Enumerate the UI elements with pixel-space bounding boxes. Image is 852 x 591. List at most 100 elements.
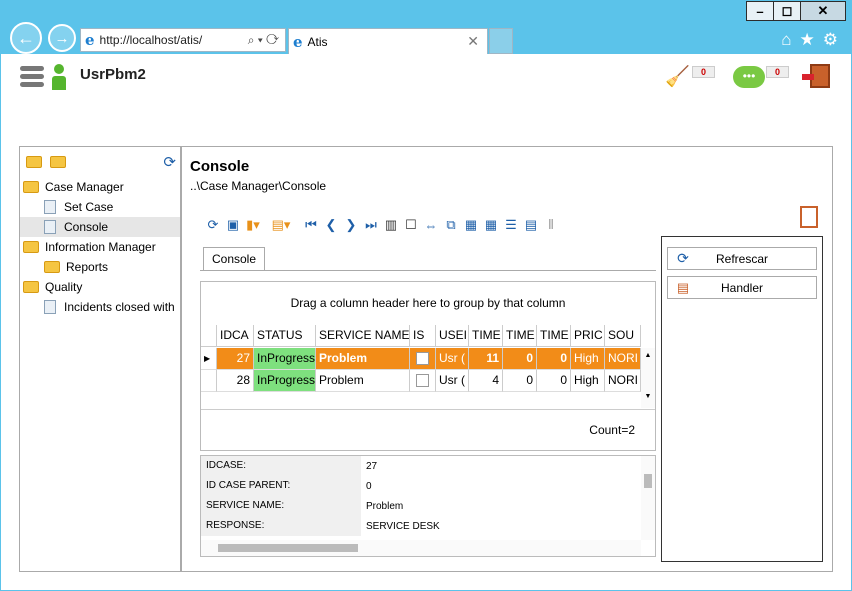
maximize-button[interactable]: ◻ xyxy=(773,1,801,21)
column-header[interactable]: PRIC xyxy=(571,325,605,347)
minimize-button[interactable]: – xyxy=(746,1,774,21)
cell-checkbox[interactable] xyxy=(410,348,436,370)
tree-item-incidents-closed[interactable]: Incidents closed with xyxy=(20,297,180,317)
folder-icon xyxy=(23,181,39,193)
column-header[interactable]: TIME xyxy=(503,325,537,347)
refrescar-button[interactable]: ⟳ Refrescar xyxy=(667,247,817,270)
last-page-icon[interactable]: ⏭ xyxy=(362,216,380,234)
cell-id: 28 xyxy=(217,370,254,392)
star-icon[interactable]: ★ xyxy=(800,30,815,50)
forward-button[interactable]: → xyxy=(48,24,76,52)
column-header[interactable]: IS xyxy=(410,325,436,347)
handler-button[interactable]: ▤ Handler xyxy=(667,276,817,299)
columns-icon[interactable]: ▥ xyxy=(382,216,400,234)
tree-item-label: Set Case xyxy=(64,200,114,214)
column-header[interactable]: TIME xyxy=(469,325,503,347)
chart-icon[interactable]: ▮▾ xyxy=(244,216,262,234)
detail-key: SERVICE NAME: xyxy=(201,496,361,516)
column-header[interactable]: STATUS xyxy=(254,325,316,347)
detail-panel: IDCASE: 27 ID CASE PARENT: 0 SERVICE NAME:… xyxy=(200,455,656,557)
menu-icon[interactable] xyxy=(20,66,44,88)
cell-time: 0 xyxy=(503,370,537,392)
logout-icon[interactable] xyxy=(802,64,830,88)
handler-label: Handler xyxy=(720,280,764,295)
grid-icon[interactable]: ▦ xyxy=(482,216,500,234)
gear-icon[interactable]: ⚙ xyxy=(823,30,838,50)
refresh-icon[interactable]: ⟳ xyxy=(204,216,222,234)
tree-item-reports[interactable]: Reports xyxy=(20,257,180,277)
tree-item-case-manager[interactable]: Case Manager xyxy=(20,177,180,197)
cell-service: Problem xyxy=(316,370,410,392)
checkbox[interactable] xyxy=(416,374,429,388)
table-row[interactable]: 28 InProgress Problem Usr ( 4 0 0 High N… xyxy=(201,370,641,392)
tree-item-console[interactable]: Console xyxy=(20,217,180,237)
clipboard-icon: ▤ xyxy=(676,279,690,295)
report-icon[interactable]: ▤▾ xyxy=(272,216,291,234)
tree-item-set-case[interactable]: Set Case xyxy=(20,197,180,217)
tab-console[interactable]: Console xyxy=(203,247,265,271)
column-header[interactable]: USEI xyxy=(436,325,469,347)
column-header[interactable]: SERVICE NAME xyxy=(316,325,410,347)
row-count: Count=2 xyxy=(589,423,635,437)
list-icon[interactable]: ▤ xyxy=(522,216,540,234)
table-icon[interactable]: ▦ xyxy=(462,216,480,234)
tree-item-label: Console xyxy=(64,220,109,234)
cell-id: 27 xyxy=(217,348,254,370)
detail-key: RESPONSE: xyxy=(201,516,361,536)
cell-priority: High xyxy=(571,348,605,370)
grid-header: IDCA STATUS SERVICE NAME IS USEI TIME TI… xyxy=(201,325,641,348)
new-tab-button[interactable] xyxy=(489,28,513,54)
refrescar-label: Refrescar xyxy=(715,251,768,266)
grid-toolbar: ⟳ ▣ ▮▾ ▤▾ ⏮ ❮ ❯ ⏭ ▥ ☐ ⇔ ⧉ ▦ ▦ ☰ ▤ ⦀ xyxy=(204,216,562,234)
broom-icon[interactable]: 🧹 xyxy=(665,64,690,89)
table-row[interactable]: ▶ 27 InProgress Problem Usr ( 11 0 0 Hig… xyxy=(201,348,641,370)
chat-icon[interactable]: ••• xyxy=(733,66,765,88)
box-icon[interactable]: ☐ xyxy=(402,216,420,234)
search-icon[interactable]: ⌕ ▾ ⟳ xyxy=(248,33,279,48)
scroll-thumb[interactable] xyxy=(644,474,652,488)
browser-tab[interactable]: e Atis ✕ xyxy=(288,28,488,54)
refresh-icon[interactable]: ⟳ xyxy=(163,153,176,171)
detail-hscrollbar[interactable] xyxy=(201,540,641,556)
tree-item-label: Reports xyxy=(66,260,109,274)
detail-value: Problem xyxy=(366,500,404,512)
cell-time: 4 xyxy=(469,370,503,392)
next-page-icon[interactable]: ❯ xyxy=(342,216,360,234)
scroll-up-icon[interactable]: ▲ xyxy=(641,352,655,359)
detail-row: RESPONSE: SERVICE DESK xyxy=(201,516,655,536)
cell-checkbox[interactable] xyxy=(410,370,436,392)
column-header[interactable]: IDCA xyxy=(217,325,254,347)
grid-scrollbar[interactable]: ▲ ▼ xyxy=(641,348,655,408)
remove-folder-icon[interactable] xyxy=(50,156,66,168)
add-folder-icon[interactable] xyxy=(26,156,42,168)
cell-service: Problem xyxy=(316,348,410,370)
detail-key: ID CASE PARENT: xyxy=(201,476,361,496)
scroll-down-icon[interactable]: ▼ xyxy=(641,393,655,400)
column-header[interactable]: SOU xyxy=(605,325,641,347)
row-pointer-icon: ▶ xyxy=(201,348,217,370)
user-icon xyxy=(52,64,66,90)
vertical-lines-icon[interactable]: ⦀ xyxy=(542,216,560,234)
tree-item-information-manager[interactable]: Information Manager xyxy=(20,237,180,257)
back-button[interactable]: ← xyxy=(10,22,42,54)
close-tab-icon[interactable]: ✕ xyxy=(467,33,479,50)
first-page-icon[interactable]: ⏮ xyxy=(302,216,320,234)
username: UsrPbm2 xyxy=(80,66,146,83)
tree-item-quality[interactable]: Quality xyxy=(20,277,180,297)
hscroll-thumb[interactable] xyxy=(218,544,358,552)
checkbox[interactable] xyxy=(416,352,429,366)
detail-scrollbar[interactable] xyxy=(641,456,655,540)
prev-page-icon[interactable]: ❮ xyxy=(322,216,340,234)
expand-icon[interactable]: ⇔ xyxy=(422,216,440,234)
address-bar[interactable]: e http://localhost/atis/ ⌕ ▾ ⟳ xyxy=(80,28,286,52)
rows-icon[interactable]: ☰ xyxy=(502,216,520,234)
detail-value: SERVICE DESK xyxy=(366,520,440,532)
detail-key: IDCASE: xyxy=(201,456,361,476)
close-window-button[interactable]: ✕ xyxy=(800,1,846,21)
column-header[interactable]: TIME xyxy=(537,325,571,347)
clipboard-icon[interactable] xyxy=(800,206,818,228)
copy-icon[interactable]: ⧉ xyxy=(442,216,460,234)
home-icon[interactable]: ⌂ xyxy=(781,30,791,50)
folder-icon xyxy=(44,261,60,273)
save-icon[interactable]: ▣ xyxy=(224,216,242,234)
